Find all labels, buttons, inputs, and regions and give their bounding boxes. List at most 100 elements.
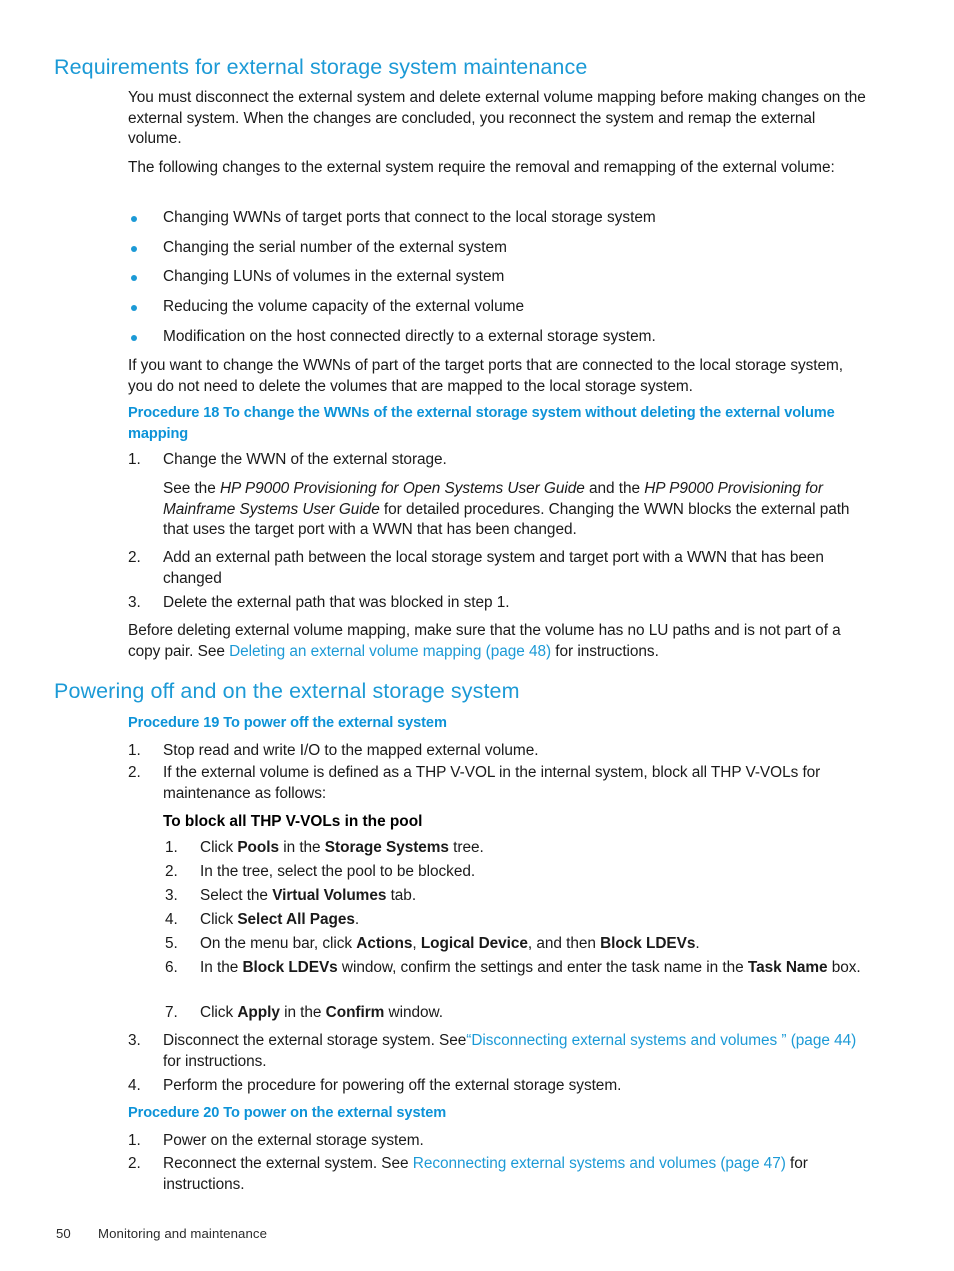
list-marker: 1. [165,839,178,856]
text-run: . [354,911,360,928]
subheading-block-thp-vvols: To block all THP V-VOLs in the pool [163,813,423,830]
closing-paragraph: Before deleting external volume mapping,… [128,621,870,662]
list-item: Changing LUNs of volumes in the external… [128,267,870,288]
list-item-text: Click Apply in the Confirm window. [200,1003,865,1024]
procedure-19-heading: Procedure 19 To power off the external s… [128,715,447,731]
list-item-text: In the Block LDEVs window, confirm the s… [200,958,865,979]
list-item: 3. Disconnect the external storage syste… [128,1031,870,1072]
note-mid: and the [584,480,645,497]
list-marker: 2. [128,549,141,566]
bullet-dot-icon [131,216,137,222]
step2-prefix: Reconnect the external system. See [163,1155,413,1172]
list-marker: 6. [165,959,178,976]
text-run: , [412,935,421,952]
changes-intro-paragraph: The following changes to the external sy… [128,159,835,176]
list-item: 3. Delete the external path that was blo… [128,593,870,614]
list-marker: 3. [128,594,141,611]
bullet-text: Changing LUNs of volumes in the external… [163,268,505,285]
list-item: 7. Click Apply in the Confirm window. [165,1003,865,1024]
list-item: 5. On the menu bar, click Actions, Logica… [165,934,865,955]
bullet-dot-icon [131,275,137,281]
text-run: Click [200,839,238,856]
wwn-note-paragraph: If you want to change the WWNs of part o… [128,357,844,395]
list-marker: 1. [128,742,141,759]
text-run: In the [200,959,243,976]
ui-element-name: Select All Pages [237,911,355,928]
list-item-text: If the external volume is defined as a T… [163,764,821,802]
text-run: . [695,935,700,952]
page-footer: 50 Monitoring and maintenance [56,1226,267,1241]
list-item-text: Select the Virtual Volumes tab. [200,886,865,907]
ui-element-name: Virtual Volumes [272,887,387,904]
list-item: Changing WWNs of target ports that conne… [128,208,870,229]
text-run: window, confirm the settings and enter t… [337,959,748,976]
list-marker: 4. [165,911,178,928]
list-item-text: Change the WWN of the external storage. [163,451,447,468]
list-item: Changing the serial number of the extern… [128,238,870,259]
list-item-text: Power on the external storage system. [163,1132,424,1149]
text-run: Select the [200,887,273,904]
list-marker: 1. [128,451,141,468]
bullet-dot-icon [131,246,137,252]
bullet-text: Reducing the volume capacity of the exte… [163,298,525,315]
link-disconnecting-external-systems[interactable]: “Disconnecting external systems and volu… [466,1032,856,1049]
list-item: 1. Click Pools in the Storage Systems tre… [165,838,865,859]
text-run: tab. [386,887,417,904]
list-item: 6. In the Block LDEVs window, confirm the… [165,958,865,979]
page-title: Requirements for external storage system… [54,55,588,79]
list-marker: 5. [165,935,178,952]
closing-suffix: for instructions. [551,642,659,660]
bullet-text: Modification on the host connected direc… [163,328,656,345]
list-item-text: Add an external path between the local s… [163,549,824,587]
list-item-text: Stop read and write I/O to the mapped ex… [163,742,539,759]
list-item: 1. Change the WWN of the external storag… [128,450,870,471]
list-item: 2. Add an external path between the loca… [128,548,870,589]
list-item: 1. Stop read and write I/O to the mapped… [128,741,870,762]
step1-reference-note: See the HP P9000 Provisioning for Open S… [163,479,870,541]
ui-element-name: Block LDEVs [242,959,338,976]
list-marker: 3. [165,887,178,904]
ui-element-name: Apply [237,1004,280,1021]
step3-prefix: Disconnect the external storage system. … [163,1032,467,1049]
list-item-text: Delete the external path that was blocke… [163,594,510,611]
list-item-text: In the tree, select the pool to be block… [200,862,865,883]
ui-element-name: Pools [237,839,279,856]
link-reconnecting-external-systems[interactable]: Reconnecting external systems and volume… [413,1155,786,1172]
list-item-text: Perform the procedure for powering off t… [163,1077,622,1094]
list-item: Modification on the host connected direc… [128,327,870,348]
list-item-text: Disconnect the external storage system. … [163,1031,870,1072]
bullet-text: Changing WWNs of target ports that conne… [163,209,656,226]
ui-element-name: Logical Device [420,935,528,952]
list-item: 2. Reconnect the external system. See Re… [128,1154,870,1195]
list-marker: 4. [128,1077,141,1094]
text-run: , and then [527,935,601,952]
list-item-text: On the menu bar, click Actions, Logical … [200,934,865,955]
list-item: 4. Click Select All Pages. [165,910,865,931]
note-prefix: See the [163,480,220,497]
list-item-text: Reconnect the external system. See Recon… [163,1154,870,1195]
list-item: 2. If the external volume is defined as … [128,763,870,804]
procedure-18-heading: Procedure 18 To change the WWNs of the e… [128,405,835,442]
list-marker: 1. [128,1132,141,1149]
list-item-text: Click Pools in the Storage Systems tree. [200,838,865,859]
list-marker: 3. [128,1032,141,1049]
text-run: box. [827,959,861,976]
bullet-text: Changing the serial number of the extern… [163,239,507,256]
list-item: 3. Select the Virtual Volumes tab. [165,886,865,907]
footer-chapter-title: Monitoring and maintenance [98,1226,268,1241]
text-run: in the [278,839,325,856]
list-marker: 2. [165,863,178,880]
ui-element-name: Actions [356,935,413,952]
text-run: On the menu bar, click [200,935,357,952]
guide-title-open-systems: HP P9000 Provisioning for Open Systems U… [219,480,585,497]
section-title-powering: Powering off and on the external storage… [54,679,520,703]
list-marker: 7. [165,1004,178,1021]
link-deleting-external-volume-mapping[interactable]: Deleting an external volume mapping (pag… [229,643,551,660]
text-run: tree. [448,839,484,856]
list-item: 1. Power on the external storage system. [128,1131,870,1152]
text-run: window. [384,1004,443,1021]
text-run: In the tree, select the pool to be block… [200,863,476,880]
document-page: Requirements for external storage system… [0,0,954,1271]
step3-suffix: for instructions. [163,1052,267,1070]
list-item: Reducing the volume capacity of the exte… [128,297,870,318]
